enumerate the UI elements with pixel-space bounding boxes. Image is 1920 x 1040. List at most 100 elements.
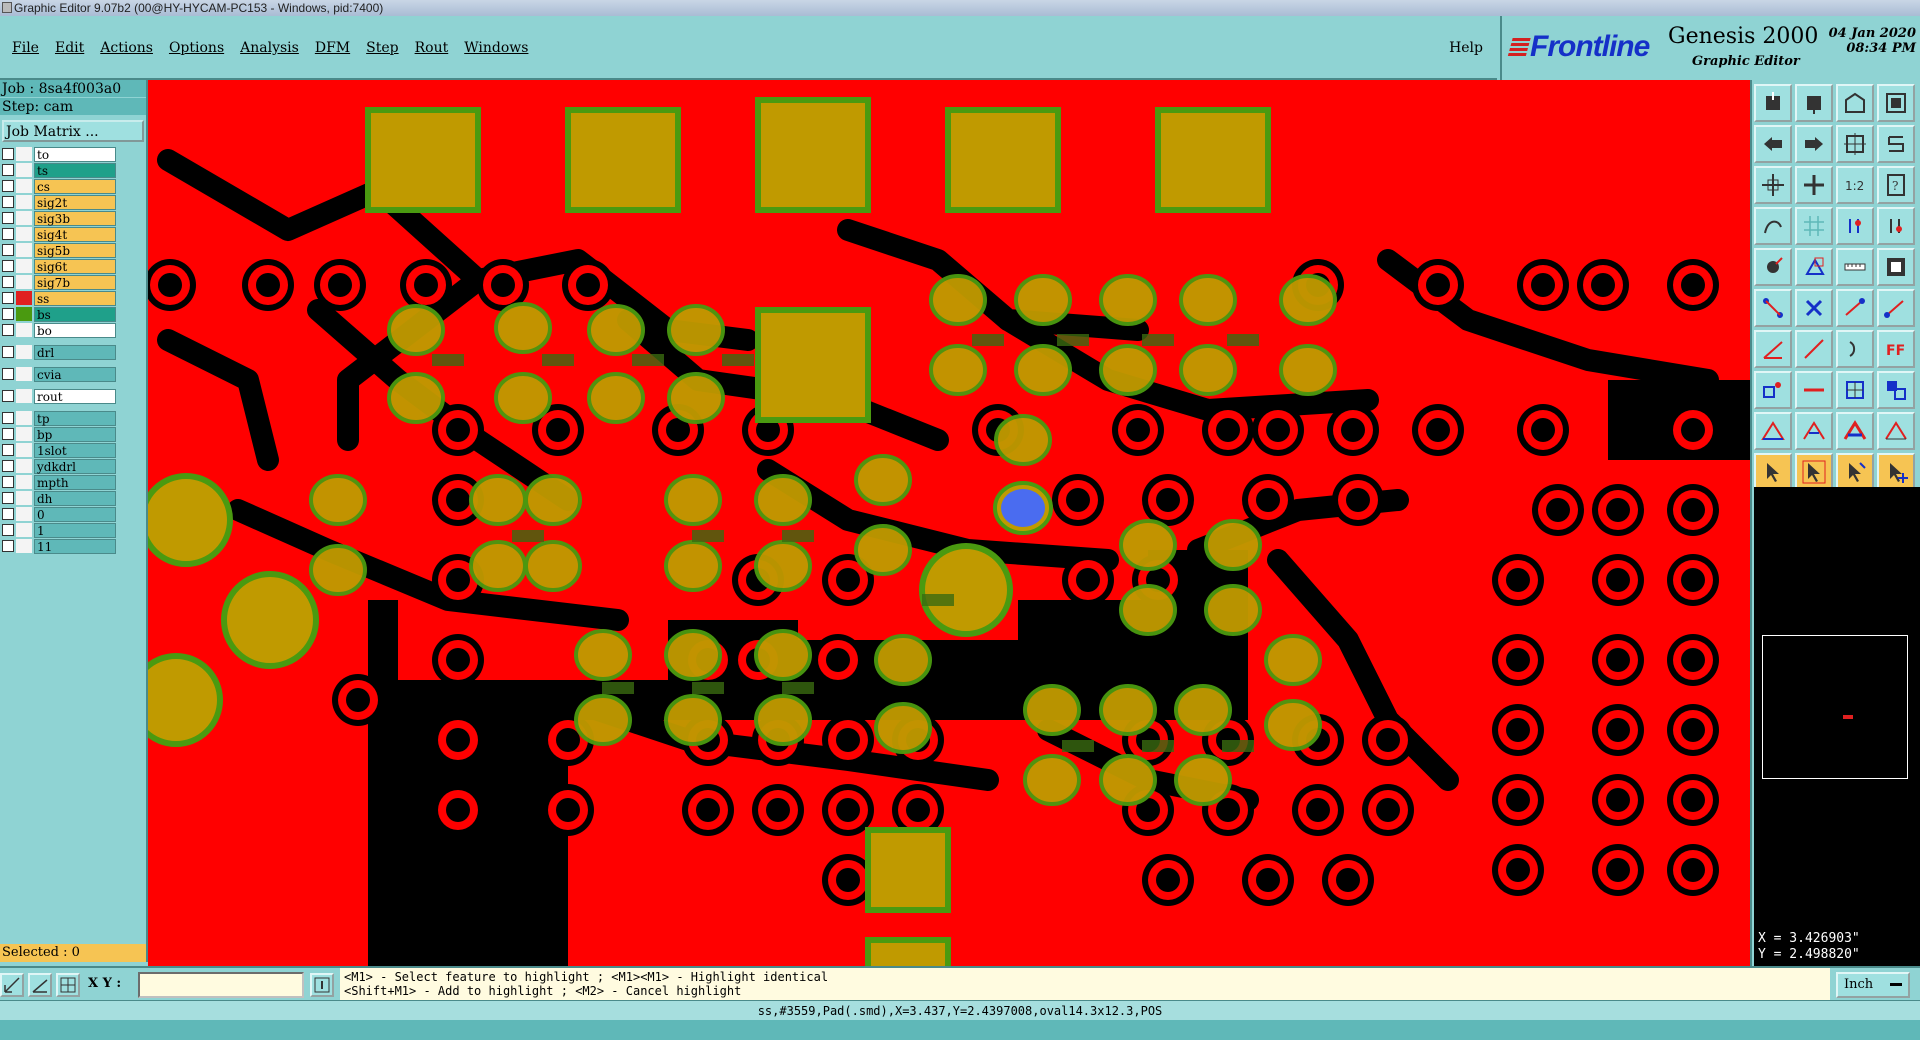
layer-checkbox[interactable]: [2, 292, 14, 304]
layer-checkbox[interactable]: [2, 460, 14, 472]
layer-color-swatch[interactable]: [16, 195, 32, 209]
job-matrix-button[interactable]: Job Matrix ...: [2, 120, 144, 142]
layer-color-swatch[interactable]: [16, 539, 32, 553]
layer-row-sig6t[interactable]: sig6t: [2, 258, 146, 274]
menu-rout[interactable]: Rout: [407, 40, 457, 56]
layer-checkbox[interactable]: [2, 346, 14, 358]
s-curve-icon[interactable]: [1877, 125, 1915, 163]
layer-checkbox[interactable]: [2, 196, 14, 208]
layer-color-swatch[interactable]: [16, 523, 32, 537]
pcb-view[interactable]: [148, 80, 1750, 966]
layer-color-swatch[interactable]: [16, 411, 32, 425]
layer-checkbox[interactable]: [2, 492, 14, 504]
layer-checkbox[interactable]: [2, 428, 14, 440]
triangle-icon[interactable]: [1754, 412, 1792, 450]
layer-row-sig2t[interactable]: sig2t: [2, 194, 146, 210]
layer-row-rout[interactable]: rout: [2, 388, 146, 404]
box-icon[interactable]: [1836, 371, 1874, 409]
layer-row-to[interactable]: to: [2, 146, 146, 162]
outline-icon[interactable]: [1795, 248, 1833, 286]
triangle-alt-icon[interactable]: [1795, 412, 1833, 450]
line-alt-icon[interactable]: [1877, 289, 1915, 327]
menu-edit[interactable]: Edit: [47, 40, 92, 56]
layer-color-swatch[interactable]: [16, 211, 32, 225]
pointer-move-icon[interactable]: [1877, 453, 1915, 491]
layer-color-swatch[interactable]: [16, 227, 32, 241]
layer-checkbox[interactable]: [2, 368, 14, 380]
xy-input[interactable]: [138, 972, 304, 998]
snap-icon[interactable]: [1836, 207, 1874, 245]
layer-color-swatch[interactable]: [16, 291, 32, 305]
question-icon[interactable]: ?: [1877, 166, 1915, 204]
layer-color-swatch[interactable]: [16, 179, 32, 193]
menu-dfm[interactable]: DFM: [307, 40, 358, 56]
layer-row-mpth[interactable]: mpth: [2, 474, 146, 490]
layer-color-swatch[interactable]: [16, 507, 32, 521]
menu-options[interactable]: Options: [161, 40, 232, 56]
line-icon[interactable]: [1836, 289, 1874, 327]
triangle-line-icon[interactable]: [1877, 412, 1915, 450]
layer-row-ydkdrl[interactable]: ydkdrl: [2, 458, 146, 474]
grid-icon[interactable]: [1795, 207, 1833, 245]
layer-color-swatch[interactable]: [16, 367, 32, 381]
layer-name[interactable]: bo: [34, 322, 116, 338]
cross-icon[interactable]: [1795, 289, 1833, 327]
line-red-icon[interactable]: [1795, 371, 1833, 409]
menu-actions[interactable]: Actions: [92, 40, 161, 56]
pad-icon[interactable]: [1754, 248, 1792, 286]
snap-alt-icon[interactable]: [1877, 207, 1915, 245]
arrow-right-icon[interactable]: [1795, 125, 1833, 163]
layer-row-ss[interactable]: ss: [2, 290, 146, 306]
layer-row-bo[interactable]: bo: [2, 322, 146, 338]
layer-color-swatch[interactable]: [16, 259, 32, 273]
layer-checkbox[interactable]: [2, 164, 14, 176]
layer-name[interactable]: ydkdrl: [34, 458, 116, 474]
layer-name[interactable]: tp: [34, 410, 116, 426]
layer-name[interactable]: 1: [34, 522, 116, 538]
layer-name[interactable]: bp: [34, 426, 116, 442]
layer-checkbox[interactable]: [2, 412, 14, 424]
grid-select-icon[interactable]: [56, 973, 80, 997]
layer-color-swatch[interactable]: [16, 459, 32, 473]
window-icon[interactable]: [1877, 84, 1915, 122]
arrow-left-icon[interactable]: [1754, 125, 1792, 163]
layer-color-swatch[interactable]: [16, 147, 32, 161]
layer-row-0[interactable]: 0: [2, 506, 146, 522]
menu-step[interactable]: Step: [358, 40, 406, 56]
layer-name[interactable]: 11: [34, 538, 116, 554]
fit-icon[interactable]: [1836, 125, 1874, 163]
layer-checkbox[interactable]: [2, 508, 14, 520]
layer-name[interactable]: to: [34, 146, 116, 162]
layer-name[interactable]: 1slot: [34, 442, 116, 458]
layer-color-swatch[interactable]: [16, 389, 32, 403]
layer-name[interactable]: drl: [34, 344, 116, 360]
layer-row-1slot[interactable]: 1slot: [2, 442, 146, 458]
ratio-icon[interactable]: 1:2: [1836, 166, 1874, 204]
pointer-icon[interactable]: [1754, 453, 1792, 491]
group-icon[interactable]: [1877, 371, 1915, 409]
layer-checkbox[interactable]: [2, 276, 14, 288]
zoom-icon[interactable]: [1795, 166, 1833, 204]
layer-name[interactable]: sig7b: [34, 274, 116, 290]
layer-checkbox[interactable]: [2, 308, 14, 320]
hand-icon[interactable]: [1754, 207, 1792, 245]
building-icon[interactable]: [1836, 84, 1874, 122]
layer-checkbox[interactable]: [2, 540, 14, 552]
layer-name[interactable]: bs: [34, 306, 116, 322]
layer-row-bs[interactable]: bs: [2, 306, 146, 322]
move-icon[interactable]: [1754, 166, 1792, 204]
layer-checkbox[interactable]: [2, 212, 14, 224]
pointer-edit-icon[interactable]: [1836, 453, 1874, 491]
layer-row-bp[interactable]: bp: [2, 426, 146, 442]
square-icon[interactable]: [1877, 248, 1915, 286]
info-icon[interactable]: [310, 973, 334, 997]
units-selector[interactable]: Inch: [1836, 972, 1910, 998]
layer-row-drl[interactable]: drl: [2, 344, 146, 360]
layer-name[interactable]: cs: [34, 178, 116, 194]
layer-checkbox[interactable]: [2, 476, 14, 488]
layer-color-swatch[interactable]: [16, 443, 32, 457]
layer-checkbox[interactable]: [2, 148, 14, 160]
layer-row-sig4t[interactable]: sig4t: [2, 226, 146, 242]
layer-checkbox[interactable]: [2, 244, 14, 256]
arc-icon[interactable]: [1836, 330, 1874, 368]
